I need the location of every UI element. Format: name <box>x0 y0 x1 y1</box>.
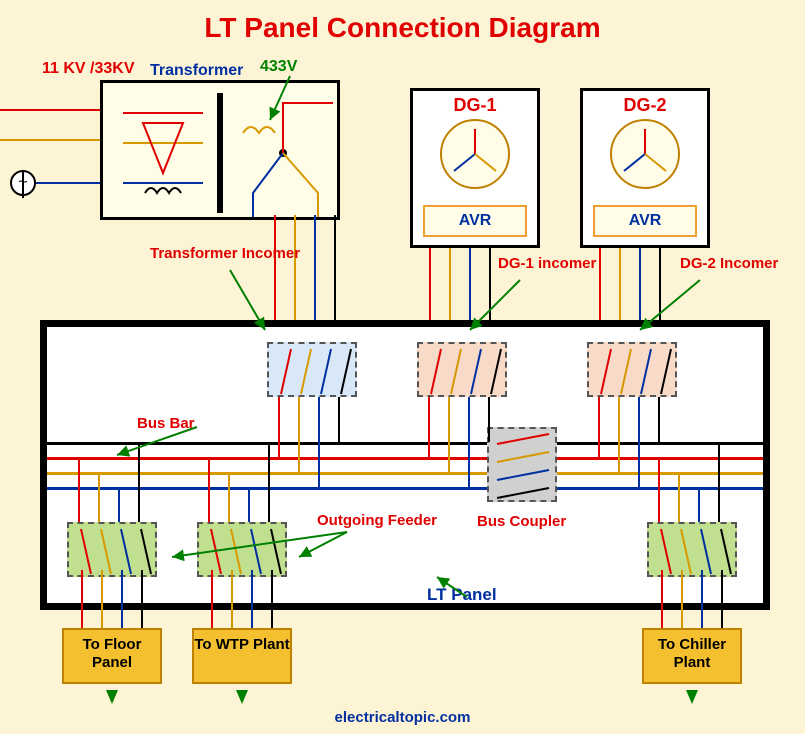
arrow-down-icon <box>106 690 118 704</box>
lt-panel-box: Bus Bar Outgoing Feeder Bus Coupler LT P… <box>40 320 770 610</box>
arrow-down-icon <box>686 690 698 704</box>
destination-wtp-plant: To WTP Plant <box>192 628 292 684</box>
footer-credit: electricaltopic.com <box>0 709 805 726</box>
destination-floor-panel: To Floor Panel <box>62 628 162 684</box>
diagram-canvas: LT Panel Connection Diagram ~ 11 KV /33K… <box>0 0 805 734</box>
lv-arrow-icon <box>260 70 340 130</box>
destination-chiller-plant: To Chiller Plant <box>642 628 742 684</box>
arrow-down-icon <box>236 690 248 704</box>
annotation-arrows-icon <box>47 327 763 603</box>
top-annotation-arrows-icon <box>0 250 805 350</box>
